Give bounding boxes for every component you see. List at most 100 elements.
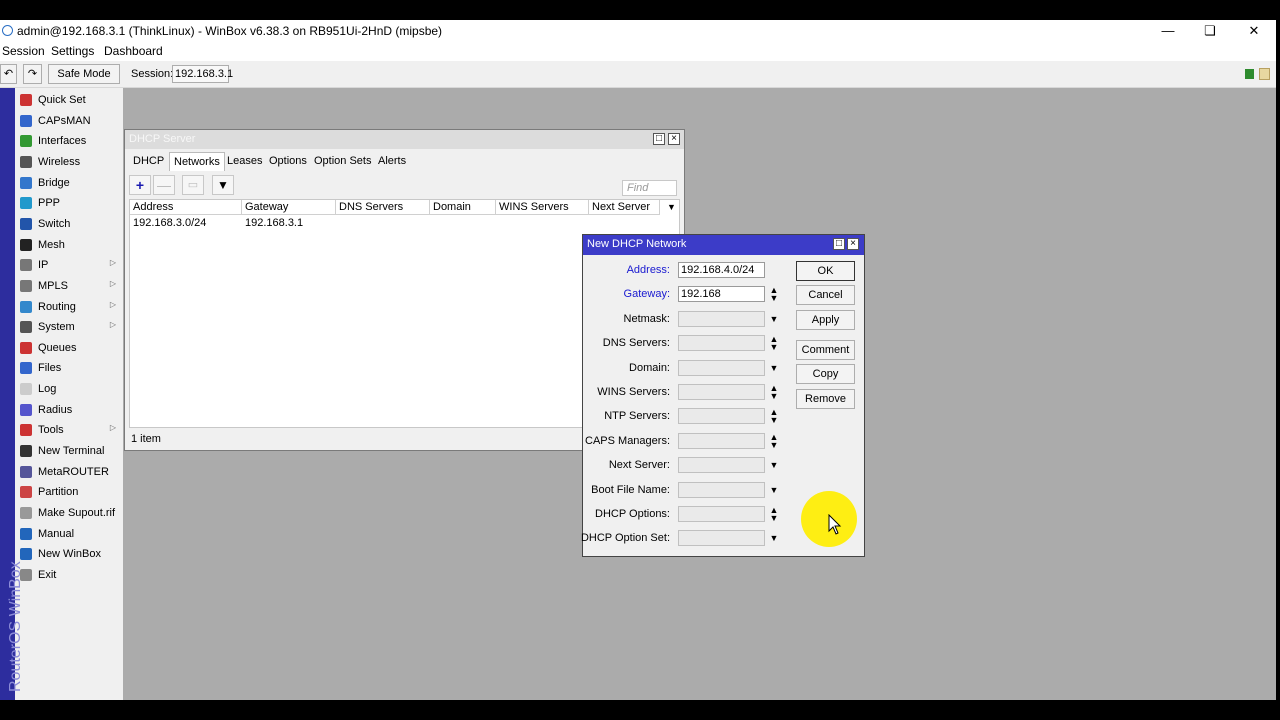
table-cell[interactable] [336,216,430,230]
table-cell[interactable]: 192.168.3.1 [242,216,336,230]
address-field[interactable]: 192.168.4.0/24 [678,262,765,278]
ntp-servers-field[interactable] [678,408,765,425]
apply-button[interactable]: Apply [796,310,855,330]
sidebar-item-ip[interactable]: IP ▷ [18,255,122,275]
dropdown-arrow-icon[interactable]: ▼ [769,530,779,546]
sidebar-item-label: Files [38,362,62,375]
column-header-dns-servers[interactable]: DNS Servers [336,200,430,215]
sidebar-item-make-supout-rif[interactable]: Make Supout.rif [18,503,122,523]
caps-managers-field[interactable] [678,432,765,449]
comment-button[interactable]: Comment [796,340,855,360]
expand-collapse-icon[interactable]: ▲ ▼ [769,506,779,523]
expand-collapse-icon[interactable]: ▲ ▼ [769,384,779,401]
netmask-field[interactable] [678,310,765,327]
copy-button[interactable]: Copy [796,364,855,384]
menu-settings[interactable]: Settings [51,44,94,58]
ok-button[interactable]: OK [796,261,855,281]
dhcp-options-field[interactable] [678,506,765,522]
close-icon[interactable]: × [668,133,680,145]
sidebar-item-mpls[interactable]: MPLS ▷ [18,276,122,296]
sidebar-item-manual[interactable]: Manual [18,524,122,544]
maximize-icon[interactable]: □ [653,133,665,145]
tab-options[interactable]: Options [265,152,311,171]
table-cell[interactable] [430,216,496,230]
radius-icon [20,403,32,416]
expand-collapse-icon[interactable]: ▲ ▼ [769,432,779,449]
minimize-icon[interactable]: — [1146,21,1190,41]
sidebar-item-bridge[interactable]: Bridge [18,173,122,193]
find-input[interactable]: Find [622,180,677,196]
column-menu-icon[interactable]: ▼ [667,202,676,212]
sidebar-item-tools[interactable]: Tools ▷ [18,420,122,440]
tab-leases[interactable]: Leases [223,152,266,171]
tab-alerts[interactable]: Alerts [374,152,410,171]
restore-icon[interactable]: ❏ [1188,21,1232,41]
sidebar-item-files[interactable]: Files [18,358,122,378]
dropdown-arrow-icon[interactable]: ▼ [769,457,779,473]
undo-icon[interactable]: ↶ [0,64,17,84]
sidebar-item-interfaces[interactable]: Interfaces [18,131,122,151]
next-server-field[interactable] [678,457,765,474]
system-icon [20,321,32,334]
menu-dashboard[interactable]: Dashboard [104,44,163,58]
sidebar-item-partition[interactable]: Partition [18,482,122,502]
sidebar-item-capsman[interactable]: CAPsMAN [18,111,122,131]
cancel-button[interactable]: Cancel [796,285,855,305]
dialog-titlebar[interactable]: New DHCP Network □ × [583,235,864,255]
winbox-window: admin@192.168.3.1 (ThinkLinux) - WinBox … [0,20,1276,700]
add-icon[interactable]: + [129,175,151,195]
remove-button[interactable]: Remove [796,389,855,409]
sidebar-item-metarouter[interactable]: MetaROUTER [18,462,122,482]
expand-collapse-icon[interactable]: ▲ ▼ [769,335,779,352]
address-label: Address: [626,264,670,276]
filter-icon[interactable]: ▼ [212,175,234,195]
dropdown-arrow-icon[interactable]: ▼ [769,311,779,327]
dhcp-option-set-field[interactable] [678,530,765,547]
sidebar-item-log[interactable]: Log [18,379,122,399]
column-header-wins-servers[interactable]: WINS Servers [496,200,589,215]
maximize-icon[interactable]: □ [833,238,845,250]
menu-session[interactable]: Session [2,44,45,58]
safe-mode-button[interactable]: Safe Mode [48,64,120,84]
comment-icon[interactable]: ▭ [182,175,204,195]
sidebar-item-exit[interactable]: Exit [18,565,122,585]
remove-icon[interactable]: — [153,175,175,195]
sidebar-item-switch[interactable]: Switch [18,214,122,234]
column-header-next-server[interactable]: Next Server [589,200,660,215]
session-field[interactable]: 192.168.3.1 [172,65,233,83]
sidebar-item-system[interactable]: System ▷ [18,317,122,337]
dropdown-arrow-icon[interactable]: ▼ [769,360,779,376]
close-icon[interactable]: × [847,238,859,250]
sidebar-item-routing[interactable]: Routing ▷ [18,297,122,317]
sidebar-item-new-terminal[interactable]: New Terminal [18,441,122,461]
expand-collapse-icon[interactable]: ▲ ▼ [769,408,779,425]
dns-servers-field[interactable] [678,335,765,352]
domain-field[interactable] [678,359,765,376]
table-cell[interactable] [589,216,660,230]
sidebar-item-new-winbox[interactable]: New WinBox [18,544,122,564]
sidebar-item-queues[interactable]: Queues [18,338,122,358]
column-header-domain[interactable]: Domain [430,200,496,215]
sidebar-item-wireless[interactable]: Wireless [18,152,122,172]
wins-servers-field[interactable] [678,384,765,400]
close-icon[interactable]: ✕ [1232,21,1276,41]
tab-networks[interactable]: Networks [169,152,225,171]
sidebar-item-quick-set[interactable]: Quick Set [18,90,122,110]
column-header-address[interactable]: Address [130,200,242,215]
status-indicator-icon [1245,69,1254,79]
sidebar-item-ppp[interactable]: PPP [18,193,122,213]
boot-file-name-field[interactable] [678,481,765,498]
gateway-field[interactable]: 192.168 [678,286,765,303]
redo-icon[interactable]: ↷ [23,64,42,84]
table-cell[interactable] [496,216,589,230]
tab-dhcp[interactable]: DHCP [129,152,168,171]
dropdown-arrow-icon[interactable]: ▼ [769,482,779,498]
sidebar-item-label: Interfaces [38,135,87,148]
expand-collapse-icon[interactable]: ▲ ▼ [769,286,779,303]
table-cell[interactable]: 192.168.3.0/24 [130,216,242,230]
dhcp-server-titlebar[interactable]: DHCP Server □ × [125,130,684,149]
sidebar-item-radius[interactable]: Radius [18,400,122,420]
tab-option-sets[interactable]: Option Sets [310,152,375,171]
column-header-gateway[interactable]: Gateway [242,200,336,215]
sidebar-item-mesh[interactable]: Mesh [18,235,122,255]
